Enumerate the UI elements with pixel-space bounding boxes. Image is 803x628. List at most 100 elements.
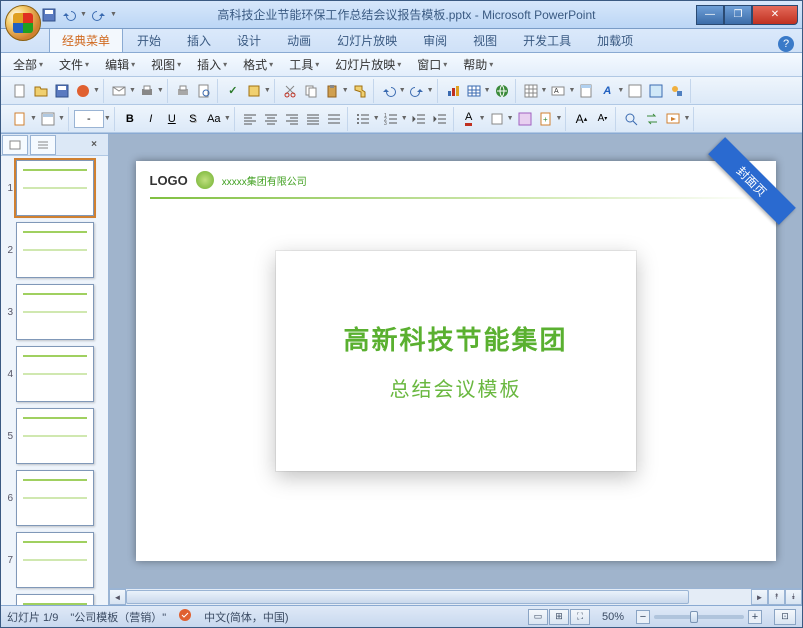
- scroll-right-button[interactable]: ►: [751, 589, 768, 605]
- spellcheck-icon[interactable]: [178, 608, 192, 625]
- minimize-button[interactable]: —: [696, 5, 724, 25]
- ribbon-tab-classic[interactable]: 经典菜单: [49, 27, 123, 52]
- changecase-button[interactable]: Aa: [204, 109, 224, 129]
- zoom-in-button[interactable]: +: [748, 610, 762, 624]
- menu-view[interactable]: 视图▾: [145, 54, 187, 75]
- undo-dropdown-icon[interactable]: ▼: [80, 11, 87, 18]
- new-button[interactable]: [10, 81, 30, 101]
- thumbnail-7[interactable]: [16, 532, 94, 588]
- menu-all[interactable]: 全部▾: [7, 54, 49, 75]
- redo-icon[interactable]: [91, 7, 107, 23]
- ribbon-tab-view[interactable]: 视图: [461, 28, 509, 52]
- prev-slide-button[interactable]: ⯭: [768, 589, 785, 605]
- align-left-button[interactable]: [240, 109, 260, 129]
- preview-button[interactable]: [194, 81, 214, 101]
- menu-file[interactable]: 文件▾: [53, 54, 95, 75]
- highlight-button[interactable]: [487, 109, 507, 129]
- language-status[interactable]: 中文(简体，中国): [204, 609, 288, 625]
- ribbon-tab-review[interactable]: 审阅: [411, 28, 459, 52]
- inc-indent-button[interactable]: [430, 109, 450, 129]
- newslide2-button[interactable]: +: [536, 109, 556, 129]
- newslide-button[interactable]: [10, 109, 30, 129]
- dec-indent-button[interactable]: [409, 109, 429, 129]
- scroll-thumb[interactable]: [126, 590, 689, 604]
- tableinsert-button[interactable]: [521, 81, 541, 101]
- thumbnail-6[interactable]: [16, 470, 94, 526]
- copy-button[interactable]: [301, 81, 321, 101]
- slideshow-button[interactable]: [663, 109, 683, 129]
- paste-button[interactable]: [322, 81, 342, 101]
- replace-button[interactable]: [642, 109, 662, 129]
- header-button[interactable]: [576, 81, 596, 101]
- wordart-button[interactable]: A: [597, 81, 617, 101]
- font-size-input[interactable]: [74, 110, 104, 128]
- redo-button[interactable]: [407, 81, 427, 101]
- textbox-button[interactable]: A: [548, 81, 568, 101]
- spelling-button[interactable]: ✓: [223, 81, 243, 101]
- thumbnails-list[interactable]: 123456789: [1, 156, 108, 605]
- menu-help[interactable]: 帮助▾: [457, 54, 499, 75]
- office-button[interactable]: [5, 5, 41, 41]
- bold-button[interactable]: B: [120, 109, 140, 129]
- outline-tab[interactable]: [30, 135, 56, 155]
- shapes-button[interactable]: [667, 81, 687, 101]
- menu-window[interactable]: 窗口▾: [411, 54, 453, 75]
- find-button[interactable]: [621, 109, 641, 129]
- ribbon-tab-design[interactable]: 设计: [225, 28, 273, 52]
- ribbon-tab-insert[interactable]: 插入: [175, 28, 223, 52]
- close-button[interactable]: ✕: [752, 5, 798, 25]
- slide[interactable]: LOGO xxxxx集团有限公司 封面页 高新科技节能集团 总结会议模板: [136, 161, 776, 561]
- distributed-button[interactable]: [324, 109, 344, 129]
- layout-button[interactable]: [38, 109, 58, 129]
- shrink-font-button[interactable]: A▾: [592, 109, 612, 129]
- sorter-view-button[interactable]: ⊞: [549, 609, 569, 625]
- undo-button[interactable]: [379, 81, 399, 101]
- object-button[interactable]: [646, 81, 666, 101]
- save-button[interactable]: [52, 81, 72, 101]
- print-button[interactable]: [173, 81, 193, 101]
- ribbon-tab-slideshow[interactable]: 幻灯片放映: [325, 28, 409, 52]
- normal-view-button[interactable]: ▭: [528, 609, 548, 625]
- maximize-button[interactable]: ❐: [724, 5, 752, 25]
- scroll-left-button[interactable]: ◄: [109, 589, 126, 605]
- align-justify-button[interactable]: [303, 109, 323, 129]
- zoom-thumb[interactable]: [690, 611, 698, 623]
- permission-button[interactable]: [73, 81, 93, 101]
- menu-format[interactable]: 格式▾: [237, 54, 279, 75]
- thumbnail-5[interactable]: [16, 408, 94, 464]
- numbering-button[interactable]: 123: [381, 109, 401, 129]
- design-button[interactable]: [515, 109, 535, 129]
- menu-insert[interactable]: 插入▾: [191, 54, 233, 75]
- ribbon-tab-addins[interactable]: 加载项: [585, 28, 645, 52]
- table-button[interactable]: [464, 81, 484, 101]
- thumb-row-8[interactable]: 8: [3, 594, 106, 605]
- menu-tools[interactable]: 工具▾: [283, 54, 325, 75]
- thumb-row-2[interactable]: 2: [3, 222, 106, 278]
- font-color-button[interactable]: A: [459, 109, 479, 129]
- thumb-row-6[interactable]: 6: [3, 470, 106, 526]
- cut-button[interactable]: [280, 81, 300, 101]
- zoom-track[interactable]: [654, 615, 744, 619]
- slideshow-view-button[interactable]: ⛶: [570, 609, 590, 625]
- ribbon-tab-developer[interactable]: 开发工具: [511, 28, 583, 52]
- chart-button[interactable]: [443, 81, 463, 101]
- ribbon-tab-home[interactable]: 开始: [125, 28, 173, 52]
- menu-edit[interactable]: 编辑▾: [99, 54, 141, 75]
- slides-tab[interactable]: [2, 135, 28, 155]
- thumb-row-1[interactable]: 1: [3, 160, 106, 216]
- thumbnail-1[interactable]: [16, 160, 94, 216]
- thumb-row-3[interactable]: 3: [3, 284, 106, 340]
- next-slide-button[interactable]: ⯯: [785, 589, 802, 605]
- hyperlink-button[interactable]: [492, 81, 512, 101]
- thumbnail-2[interactable]: [16, 222, 94, 278]
- ribbon-tab-animation[interactable]: 动画: [275, 28, 323, 52]
- qat-more-icon[interactable]: ▼: [110, 11, 117, 18]
- thumb-row-7[interactable]: 7: [3, 532, 106, 588]
- email-button[interactable]: [109, 81, 129, 101]
- horizontal-scrollbar[interactable]: ◄ ► ⯭ ⯯: [109, 588, 802, 605]
- grow-font-button[interactable]: A▴: [571, 109, 591, 129]
- scroll-track[interactable]: [126, 589, 751, 605]
- close-panel-button[interactable]: ×: [81, 135, 107, 155]
- align-center-button[interactable]: [261, 109, 281, 129]
- save-icon[interactable]: [41, 7, 57, 23]
